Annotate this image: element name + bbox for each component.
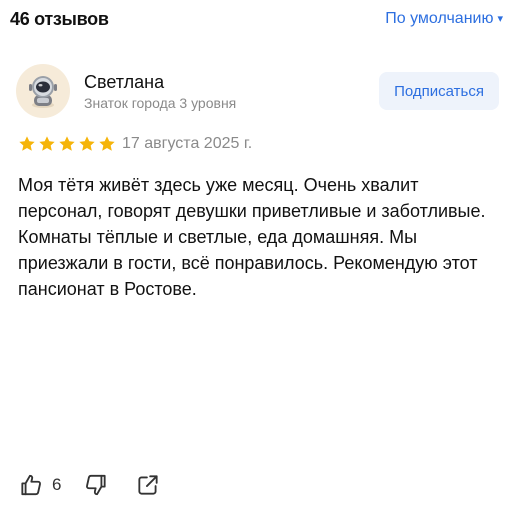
star-icon [79, 136, 95, 151]
rating-stars [18, 135, 116, 153]
star-icon [59, 136, 75, 151]
star-icon [19, 136, 35, 151]
author-info: Светлана Знаток города 3 уровня [84, 71, 379, 111]
review-author: Светлана Знаток города 3 уровня Подписат… [16, 63, 499, 119]
review-date: 17 августа 2025 г. [122, 135, 253, 152]
chevron-down-icon: ▾ [497, 12, 503, 25]
thumbs-up-icon [21, 474, 41, 496]
sort-label: По умолчанию [385, 10, 494, 27]
review-text: Моя тётя живёт здесь уже месяц. Очень хв… [18, 175, 486, 299]
sort-dropdown[interactable]: По умолчанию ▾ [385, 10, 503, 28]
reviews-header: 46 отзывов По умолчанию ▾ [10, 6, 503, 32]
dislike-button[interactable] [83, 472, 109, 498]
author-level: Знаток города 3 уровня [84, 95, 237, 111]
reviews-panel: 46 отзывов По умолчанию ▾ Светлана Знато… [0, 0, 511, 515]
subscribe-button[interactable]: Подписаться [379, 72, 499, 110]
rating-row: 17 августа 2025 г. [18, 133, 252, 155]
author-name[interactable]: Светлана [84, 71, 379, 93]
star-icon [39, 136, 55, 151]
like-button[interactable]: 6 [18, 472, 61, 498]
astronaut-avatar-icon [29, 76, 57, 108]
like-count: 6 [52, 475, 62, 494]
share-button[interactable] [135, 472, 161, 498]
review-actions: 6 [18, 470, 161, 500]
thumbs-down-icon [86, 474, 107, 496]
share-icon [138, 475, 159, 495]
avatar[interactable] [16, 64, 70, 118]
star-icon [99, 136, 115, 151]
reviews-count: 46 отзывов [10, 8, 109, 29]
